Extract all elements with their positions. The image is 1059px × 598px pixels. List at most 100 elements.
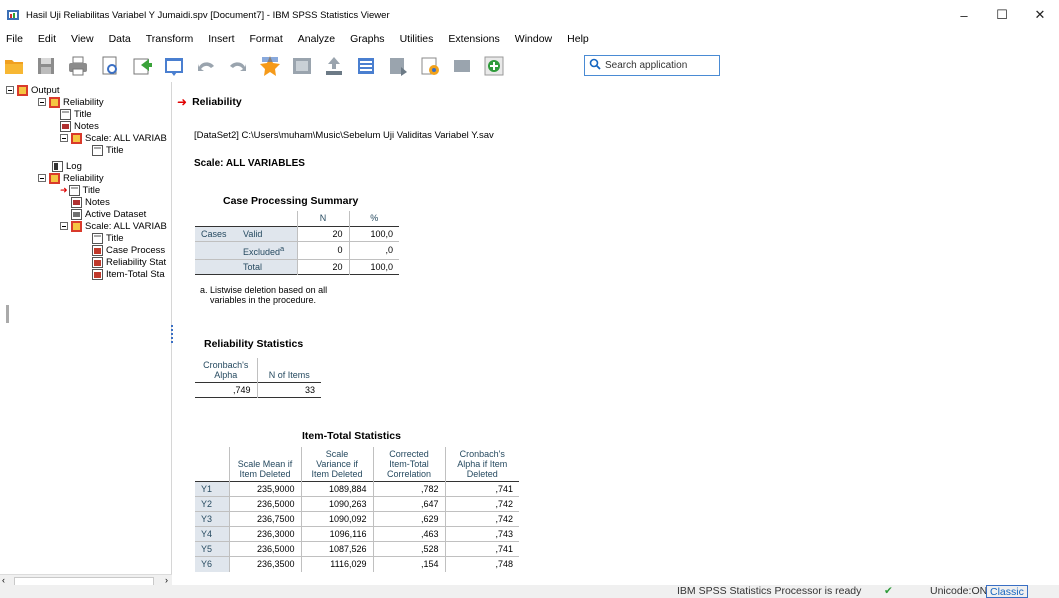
tree-item-case-processing[interactable]: Case Process (92, 244, 165, 256)
designated-window-icon[interactable] (355, 55, 377, 77)
collapse-toggle-icon[interactable] (60, 134, 68, 142)
collapse-toggle-icon[interactable] (6, 86, 14, 94)
print-icon[interactable] (67, 55, 89, 77)
search-placeholder: Search application (605, 60, 688, 71)
menu-graphs[interactable]: Graphs (350, 33, 384, 45)
title-bar: Hasil Uji Reliabilitas Variabel Y Jumaid… (0, 0, 1059, 30)
tree-item-reliability-stats[interactable]: Reliability Stat (92, 256, 166, 268)
close-button[interactable]: ✕ (1021, 0, 1059, 30)
export-icon[interactable] (131, 55, 153, 77)
menu-window[interactable]: Window (515, 33, 552, 45)
add-extension-icon[interactable] (483, 55, 505, 77)
redo-icon[interactable] (227, 55, 249, 77)
tree-item-reliability-1[interactable]: Reliability (38, 96, 104, 108)
pivot-table-icon (92, 268, 103, 280)
collapse-toggle-icon[interactable] (38, 98, 46, 106)
checkmark-icon: ✔ (884, 585, 893, 597)
tree-item-scale-2[interactable]: Scale: ALL VARIAB (60, 220, 167, 232)
book-icon (49, 172, 60, 184)
save-icon[interactable] (35, 55, 57, 77)
menu-file[interactable]: File (6, 33, 23, 45)
collapse-toggle-icon[interactable] (60, 222, 68, 230)
output-content-pane: ➜ Reliability [DataSet2] C:\Users\muham\… (173, 82, 1059, 585)
cronbach-alpha-value: ,749 (232, 385, 251, 395)
table-row: Y3 236,7500 1090,092 ,629 ,742 (195, 511, 519, 527)
promote-icon[interactable] (323, 55, 345, 77)
menu-utilities[interactable]: Utilities (400, 33, 434, 45)
maximize-button[interactable]: ☐ (983, 0, 1021, 30)
menu-extensions[interactable]: Extensions (448, 33, 499, 45)
tree-item-title-3[interactable]: ➜ Title (60, 184, 100, 196)
valid-n: 20 (296, 226, 349, 241)
tree-item-scale-1[interactable]: Scale: ALL VARIAB (60, 132, 167, 144)
item-total-title: Item-Total Statistics (302, 430, 401, 442)
book-icon (71, 132, 82, 144)
menu-view[interactable]: View (71, 33, 94, 45)
output-outline-pane: Output Reliability Title Notes Scale: AL… (0, 82, 172, 582)
scale-heading: Scale: ALL VARIABLES (194, 158, 305, 169)
col-n-header: N (296, 211, 349, 226)
menu-transform[interactable]: Transform (146, 33, 193, 45)
tree-item-title-2[interactable]: Title (92, 144, 124, 156)
script-icon[interactable] (419, 55, 441, 77)
scroll-right-icon[interactable]: › (165, 575, 168, 585)
unicode-status: Unicode:ON (930, 585, 988, 597)
output-heading: ➜ Reliability (177, 95, 242, 109)
tree-item-item-total[interactable]: Item-Total Sta (92, 268, 165, 280)
case-summary-table: N % Cases Valid 20 100,0 Excludeda 0 ,0 … (195, 211, 399, 275)
status-bar: IBM SPSS Statistics Processor is ready ✔… (0, 585, 1059, 598)
collapse-toggle-icon[interactable] (38, 174, 46, 182)
item-total-table: Scale Mean if Item Deleted Scale Variance … (195, 447, 519, 572)
title-icon (60, 108, 71, 120)
row-valid-label: Valid (237, 226, 297, 241)
book-icon (71, 220, 82, 232)
notes-icon (71, 196, 82, 208)
tree-item-title-1[interactable]: Title (60, 108, 92, 120)
total-n: 20 (296, 259, 349, 274)
recall-dialog-icon[interactable] (163, 55, 185, 77)
tree-item-notes-2[interactable]: Notes (71, 196, 110, 208)
show-data-icon[interactable] (387, 55, 409, 77)
print-preview-icon[interactable] (99, 55, 121, 77)
scale-variance-header: Scale Variance if Item Deleted (300, 447, 373, 482)
log-icon (52, 160, 63, 172)
scroll-left-icon[interactable]: ‹ (2, 575, 5, 585)
open-folder-icon[interactable] (3, 55, 25, 77)
table-row: Y1 235,9000 1089,884 ,782 ,741 (195, 481, 519, 497)
menu-data[interactable]: Data (109, 33, 131, 45)
pivot-table-icon (92, 256, 103, 268)
tree-item-notes-1[interactable]: Notes (60, 120, 99, 132)
footnote-marker: a (280, 243, 285, 253)
goto-chart-icon[interactable] (291, 55, 313, 77)
goto-output-icon[interactable] (259, 55, 281, 77)
collapse-icon[interactable] (451, 55, 473, 77)
classic-mode-button[interactable]: Classic (986, 585, 1028, 598)
menu-help[interactable]: Help (567, 33, 589, 45)
processor-status: IBM SPSS Statistics Processor is ready (677, 585, 862, 597)
dataset-path: [DataSet2] C:\Users\muham\Music\Sebelum … (194, 130, 494, 141)
excluded-pct: ,0 (348, 241, 399, 259)
menu-edit[interactable]: Edit (38, 33, 56, 45)
window-title: Hasil Uji Reliabilitas Variabel Y Jumaid… (26, 9, 390, 21)
search-icon (589, 58, 601, 73)
tree-item-title-4[interactable]: Title (92, 232, 124, 244)
tree-item-output[interactable]: Output (6, 84, 60, 96)
current-item-arrow-icon: ➜ (60, 184, 68, 195)
tree-item-reliability-2[interactable]: Reliability (38, 172, 104, 184)
tree-item-log[interactable]: Log (52, 160, 82, 172)
valid-pct: 100,0 (348, 226, 399, 241)
cronbach-alpha-header: Cronbach's Alpha (203, 360, 249, 380)
case-summary-title: Case Processing Summary (223, 195, 359, 207)
table-row: Y2 236,5000 1090,263 ,647 ,742 (195, 496, 519, 512)
n-items-value: 33 (256, 382, 321, 398)
search-application-input[interactable]: Search application (584, 55, 720, 76)
spss-app-icon (6, 8, 20, 22)
menu-insert[interactable]: Insert (208, 33, 234, 45)
minimize-button[interactable]: – (945, 0, 983, 30)
undo-icon[interactable] (195, 55, 217, 77)
book-icon (17, 84, 28, 96)
menu-format[interactable]: Format (250, 33, 283, 45)
tree-item-active-dataset[interactable]: Active Dataset (71, 208, 146, 220)
current-output-arrow-icon: ➜ (177, 95, 188, 109)
menu-analyze[interactable]: Analyze (298, 33, 335, 45)
